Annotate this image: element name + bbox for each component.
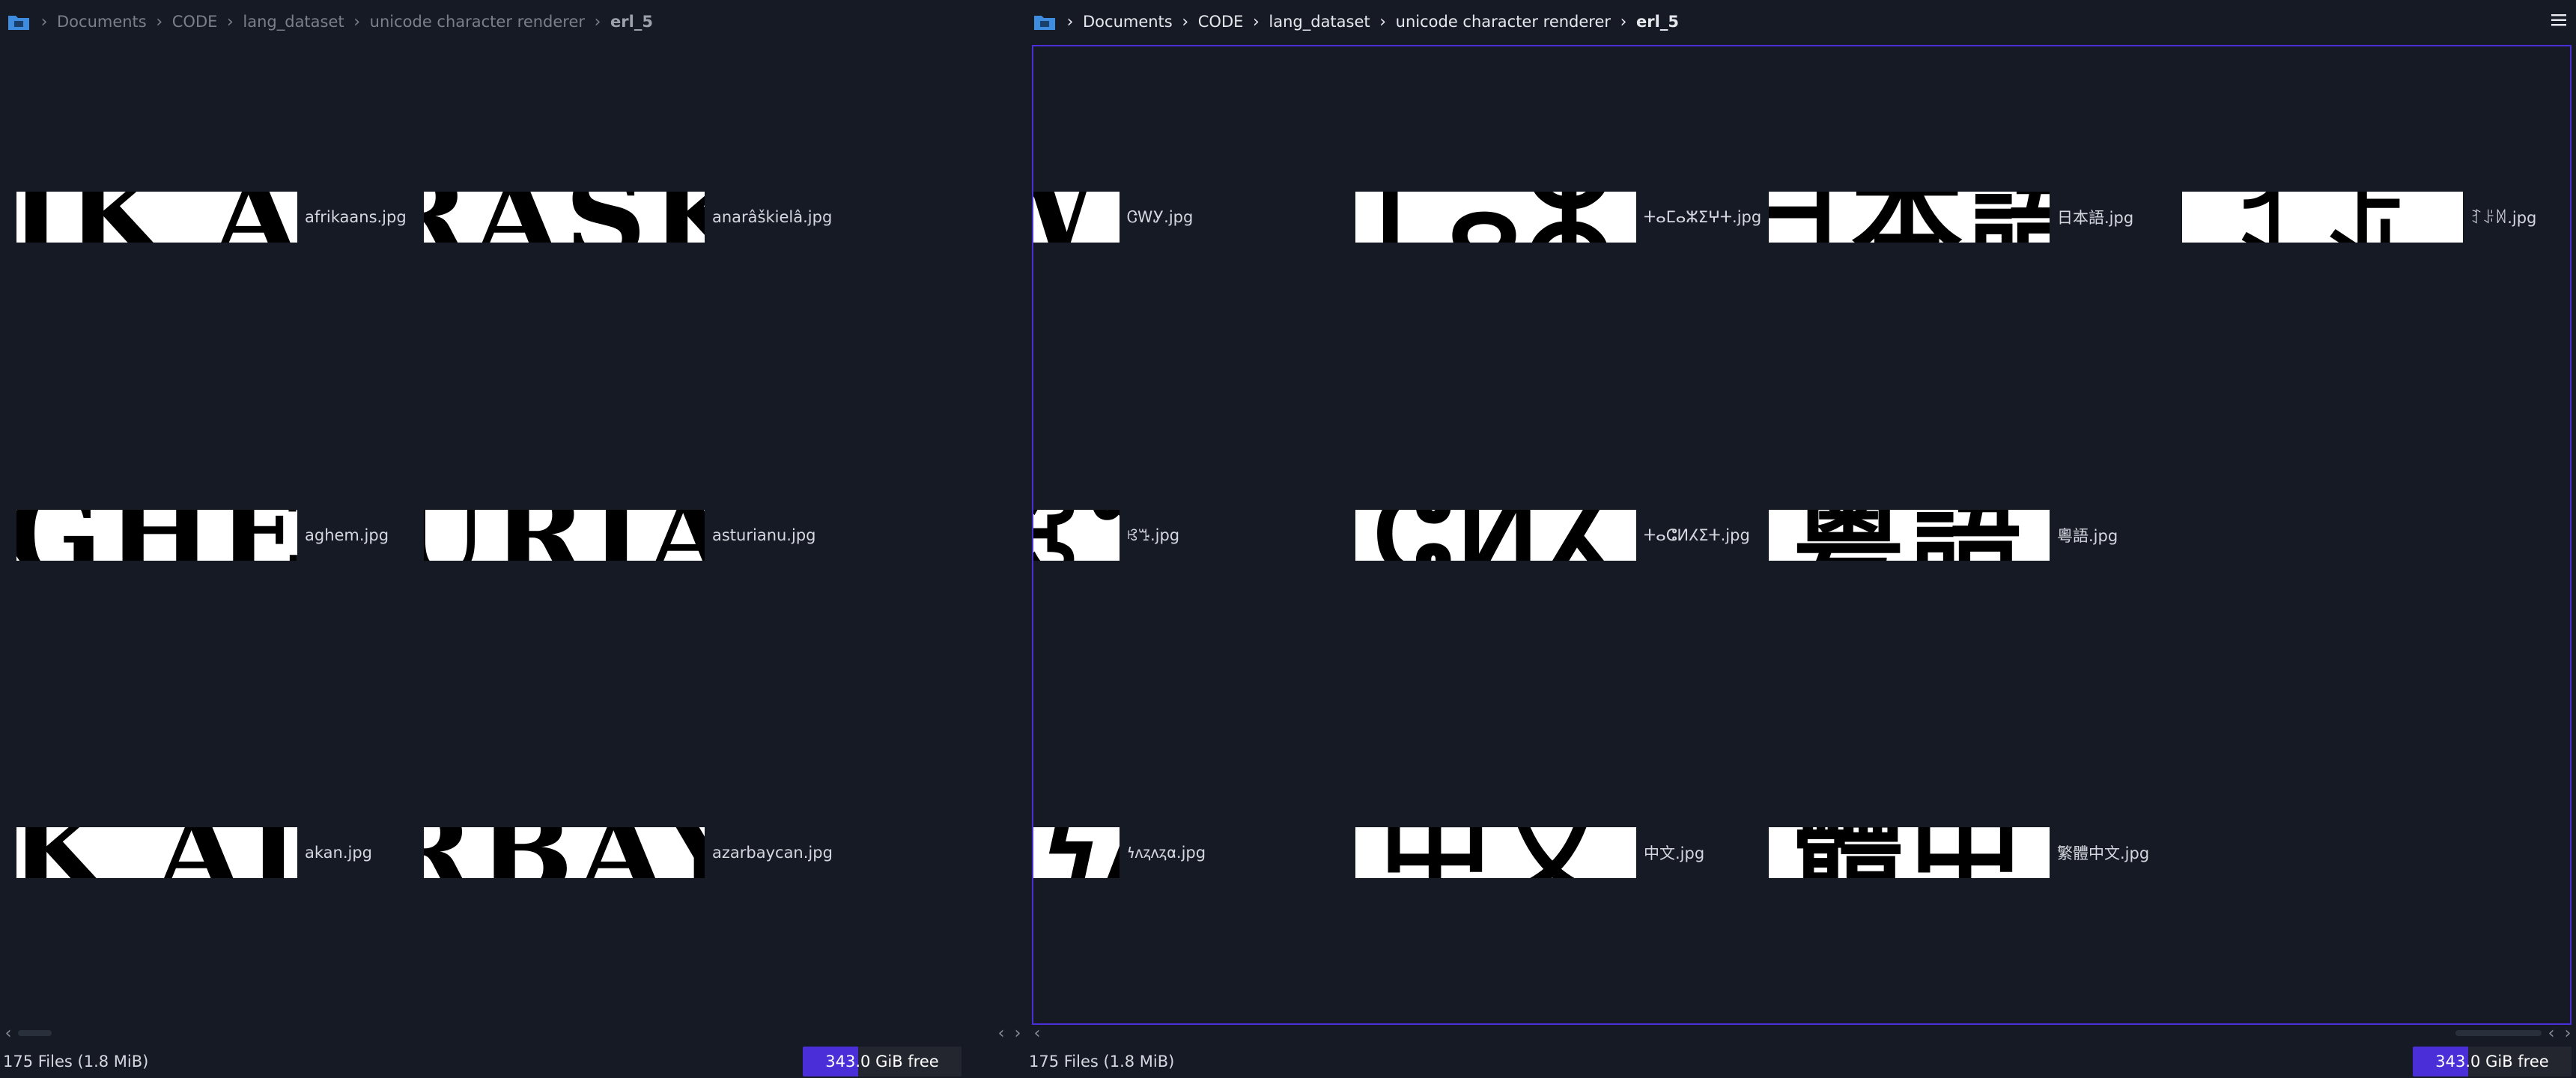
file-count: 175 Files (1.8 MiB): [1029, 1053, 1175, 1071]
status-bar: 175 Files (1.8 MiB) 343.0 GiB free: [1026, 1045, 2576, 1078]
file-count: 175 Files (1.8 MiB): [3, 1053, 149, 1071]
chevron-right-icon: ›: [1620, 12, 1627, 31]
thumbnail: 粵語: [1769, 510, 2050, 561]
chevron-right-icon: ›: [40, 12, 48, 31]
thumbnail: ⵎⴰⵣ: [1355, 192, 1636, 243]
right-pane: › Documents › CODE › lang_dataset › unic…: [1026, 0, 2576, 1078]
file-item[interactable]: GHE aghem.jpg: [16, 509, 425, 561]
scroll-left-icon[interactable]: ‹: [1029, 1024, 1045, 1043]
file-name: 中文.jpg: [1644, 844, 1705, 862]
file-name: ꆈꌠꉙ.jpg: [2470, 209, 2537, 227]
breadcrumb-item[interactable]: Documents: [55, 13, 148, 31]
breadcrumb: › Documents › CODE › lang_dataset › unic…: [1026, 0, 2576, 43]
breadcrumb-item[interactable]: lang_dataset: [241, 13, 345, 31]
file-item[interactable]: RBAY azarbaycan.jpg: [424, 826, 833, 879]
file-item[interactable]: ⵎⴰⵣ ⵜⴰⵎⴰⵣⵉⵖⵜ.jpg: [1355, 191, 1764, 243]
file-name: 繁體中文.jpg: [2057, 844, 2150, 862]
file-item[interactable]: A Sꕙꔤ ꕙꔤ.jpg: [1033, 509, 1247, 561]
file-item[interactable]: IK A afrikaans.jpg: [16, 191, 425, 243]
chevron-right-icon: ›: [156, 12, 163, 31]
scroll-left-icon[interactable]: ‹: [0, 1024, 16, 1043]
file-item[interactable]: 中文 中文.jpg: [1355, 826, 1764, 879]
free-space-label: 343.0 GiB free: [2435, 1053, 2549, 1071]
file-item[interactable]: 日本語 日本語.jpg: [1769, 191, 2177, 243]
thumbnail: URIA: [424, 510, 705, 561]
folder-icon[interactable]: [7, 13, 30, 31]
thumbnail: K AI: [16, 827, 297, 878]
folder-icon[interactable]: [1033, 13, 1056, 31]
file-item[interactable]: RASK anarâškielâ.jpg: [424, 191, 832, 243]
file-name: ⵜⴰⵛⵍⵃⵉⵜ.jpg: [1644, 526, 1750, 544]
scroll-right-icon[interactable]: ›: [2560, 1024, 2576, 1043]
thumbnail: RBAY: [424, 827, 705, 878]
thumbnail: 中文: [1355, 827, 1636, 878]
thumbnail: GHE: [16, 510, 297, 561]
file-name: ꕙꔤ.jpg: [1127, 526, 1180, 544]
breadcrumb-item[interactable]: CODE: [1197, 13, 1245, 31]
horizontal-scrollbar[interactable]: ‹ ‹ ›: [0, 1024, 1026, 1043]
file-item[interactable]: K AI akan.jpg: [16, 826, 425, 879]
left-pane: › Documents › CODE › lang_dataset › unic…: [0, 0, 1026, 1078]
file-view[interactable]: IK A afrikaans.jpg RASK anarâškielâ.jpg …: [0, 45, 1026, 1022]
scroll-left-icon[interactable]: ‹: [2543, 1024, 2560, 1043]
scroll-handle[interactable]: [18, 1030, 52, 1036]
breadcrumb-current[interactable]: erl_5: [609, 13, 654, 31]
scroll-track[interactable]: [16, 1029, 993, 1037]
thumbnail: 體中: [1769, 827, 2050, 878]
horizontal-scrollbar[interactable]: ‹ ‹ ›: [1026, 1024, 2576, 1043]
file-name: 𐓏𐓘𐓻𐓘𐓻𐓟.jpg: [1127, 844, 1206, 862]
status-bar: 175 Files (1.8 MiB) 343.0 GiB free: [0, 1045, 1026, 1078]
file-name: ⵜⴰⵎⴰⵣⵉⵖⵜ.jpg: [1644, 208, 1762, 226]
breadcrumb-item[interactable]: CODE: [171, 13, 219, 31]
scroll-handle[interactable]: [2455, 1030, 2542, 1036]
thumbnail: A Sꕙꔤ: [1033, 510, 1120, 561]
thumbnail: A NW Y: [1033, 192, 1120, 243]
breadcrumb-item[interactable]: unicode character renderer: [1394, 13, 1612, 31]
free-space-label: 343.0 GiB free: [825, 1053, 939, 1071]
file-name: anarâškielâ.jpg: [712, 208, 833, 226]
file-item[interactable]: ꆈꌠ ꆈꌠꉙ.jpg: [2182, 191, 2570, 243]
file-name: akan.jpg: [305, 844, 373, 862]
file-item[interactable]: A NW Y ᏣᎳᎩ.jpg: [1033, 191, 1247, 243]
free-space-indicator[interactable]: 343.0 GiB free: [803, 1047, 962, 1077]
chevron-right-icon: ›: [1379, 12, 1387, 31]
file-name: aghem.jpg: [305, 526, 389, 544]
file-name: afrikaans.jpg: [305, 208, 407, 226]
file-name: 日本語.jpg: [2057, 209, 2134, 227]
breadcrumb-item[interactable]: Documents: [1081, 13, 1174, 31]
file-name: asturianu.jpg: [712, 526, 816, 544]
file-view[interactable]: A NW Y ᏣᎳᎩ.jpg ⵎⴰⵣ ⵜⴰⵎⴰⵣⵉⵖⵜ.jpg 日本語 日本語.…: [1032, 45, 2572, 1025]
scroll-right-icon[interactable]: ›: [1009, 1024, 1026, 1043]
thumbnail: IK A: [16, 192, 297, 243]
chevron-right-icon: ›: [226, 12, 234, 31]
breadcrumb-current[interactable]: erl_5: [1635, 13, 1680, 31]
thumbnail: ꆈꌠ: [2182, 192, 2463, 243]
file-name: ᏣᎳᎩ.jpg: [1127, 207, 1194, 226]
chevron-right-icon: ›: [1182, 12, 1189, 31]
thumbnail: 日本語: [1769, 192, 2050, 243]
file-item[interactable]: URIA asturianu.jpg: [424, 509, 832, 561]
file-name: azarbaycan.jpg: [712, 844, 833, 862]
file-name: 粵語.jpg: [2057, 527, 2118, 545]
breadcrumb-item[interactable]: unicode character renderer: [368, 13, 586, 31]
chevron-right-icon: ›: [594, 12, 601, 31]
chevron-right-icon: ›: [353, 12, 361, 31]
free-space-indicator[interactable]: 343.0 GiB free: [2413, 1047, 2572, 1077]
chevron-right-icon: ›: [1066, 12, 1074, 31]
file-item[interactable]: 體中 繁體中文.jpg: [1769, 826, 2177, 879]
chevron-right-icon: ›: [1252, 12, 1260, 31]
file-item[interactable]: ⵛⵍⵃ ⵜⴰⵛⵍⵃⵉⵜ.jpg: [1355, 509, 1764, 561]
breadcrumb: › Documents › CODE › lang_dataset › unic…: [0, 0, 1026, 43]
thumbnail: RASK: [424, 192, 705, 243]
thumbnail: NIS𐓏𐓘: [1033, 827, 1120, 878]
hamburger-menu-icon[interactable]: [2549, 10, 2569, 30]
file-item[interactable]: 粵語 粵語.jpg: [1769, 509, 2177, 561]
scroll-left-icon[interactable]: ‹: [993, 1024, 1009, 1043]
thumbnail: ⵛⵍⵃ: [1355, 510, 1636, 561]
file-item[interactable]: NIS𐓏𐓘 𐓏𐓘𐓻𐓘𐓻𐓟.jpg: [1033, 826, 1247, 879]
scroll-track[interactable]: [1045, 1029, 2543, 1037]
breadcrumb-item[interactable]: lang_dataset: [1267, 13, 1371, 31]
